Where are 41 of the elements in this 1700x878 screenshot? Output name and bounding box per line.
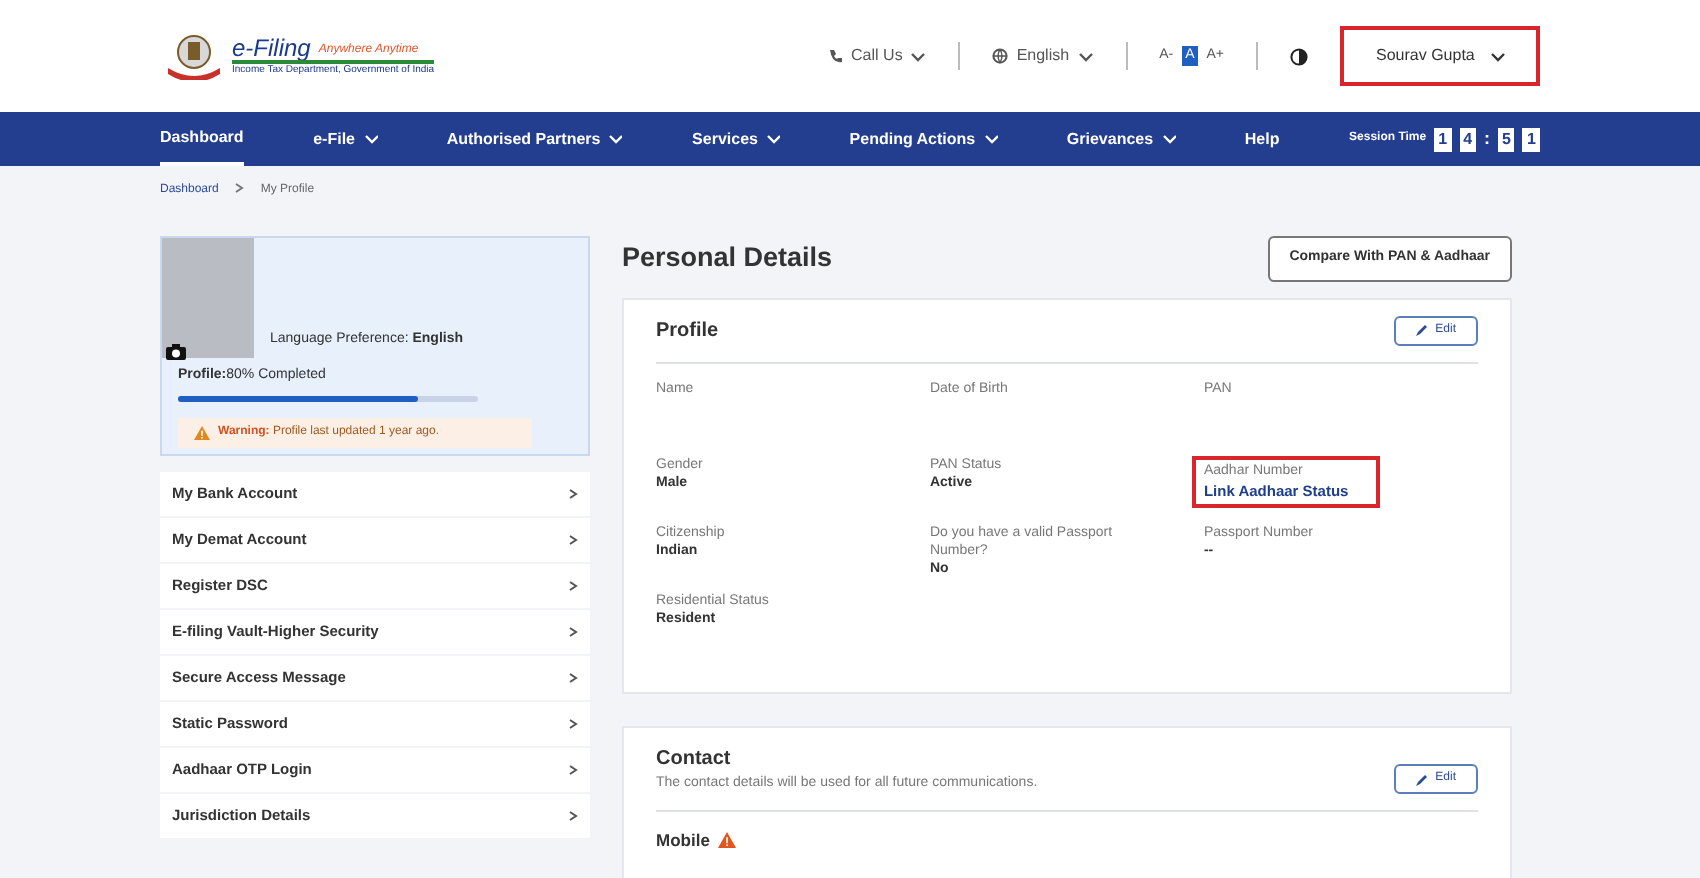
avatar-placeholder [162,238,254,358]
mobile-label: Mobile [656,828,710,854]
session-digit: 4 [1459,127,1477,151]
section-title: Contact [656,745,733,773]
contrast-icon[interactable] [1290,47,1308,65]
session-digit: 1 [1434,127,1452,151]
logo-title: e-Filing [232,36,311,60]
nav-tab[interactable]: e-File [313,112,378,166]
pencil-icon [1415,324,1428,336]
language-selector[interactable]: English [1016,44,1070,68]
caret-icon [910,49,927,63]
user-name[interactable]: Sourav Gupta [1376,44,1475,68]
call-us-link[interactable]: Call Us [851,44,903,68]
nav-tab[interactable]: Pending Actions [849,112,998,166]
chevron-icon [568,534,578,546]
phone-icon [827,48,844,64]
chevron-icon [568,626,578,638]
session-digit: 5 [1498,127,1515,151]
globe-icon [992,48,1009,64]
session-digit: 1 [1522,127,1540,151]
chevron-icon [568,488,578,500]
chevron-icon [568,810,578,822]
warning-icon [194,425,210,439]
pencil-icon [1415,773,1428,785]
nav-tab[interactable]: Services [692,112,780,166]
nav-tab[interactable]: Authorised Partners [446,112,623,166]
chevron-icon [568,718,578,730]
time-separator: : [1484,125,1491,152]
emblem-icon [164,32,224,80]
page-title: Personal Details [622,240,833,277]
chevron-icon [568,580,578,592]
chevron-icon [568,764,578,776]
chevron-icon [234,182,245,194]
nav-tab[interactable]: Help [1244,112,1280,166]
camera-icon [166,344,186,360]
nav-tab[interactable]: Dashboard [160,112,244,166]
section-title: Profile [656,317,719,345]
nav-tab[interactable]: Grievances [1066,112,1176,166]
chevron-icon [568,672,578,684]
caret-icon [1490,49,1507,63]
caret-icon [1077,49,1094,63]
